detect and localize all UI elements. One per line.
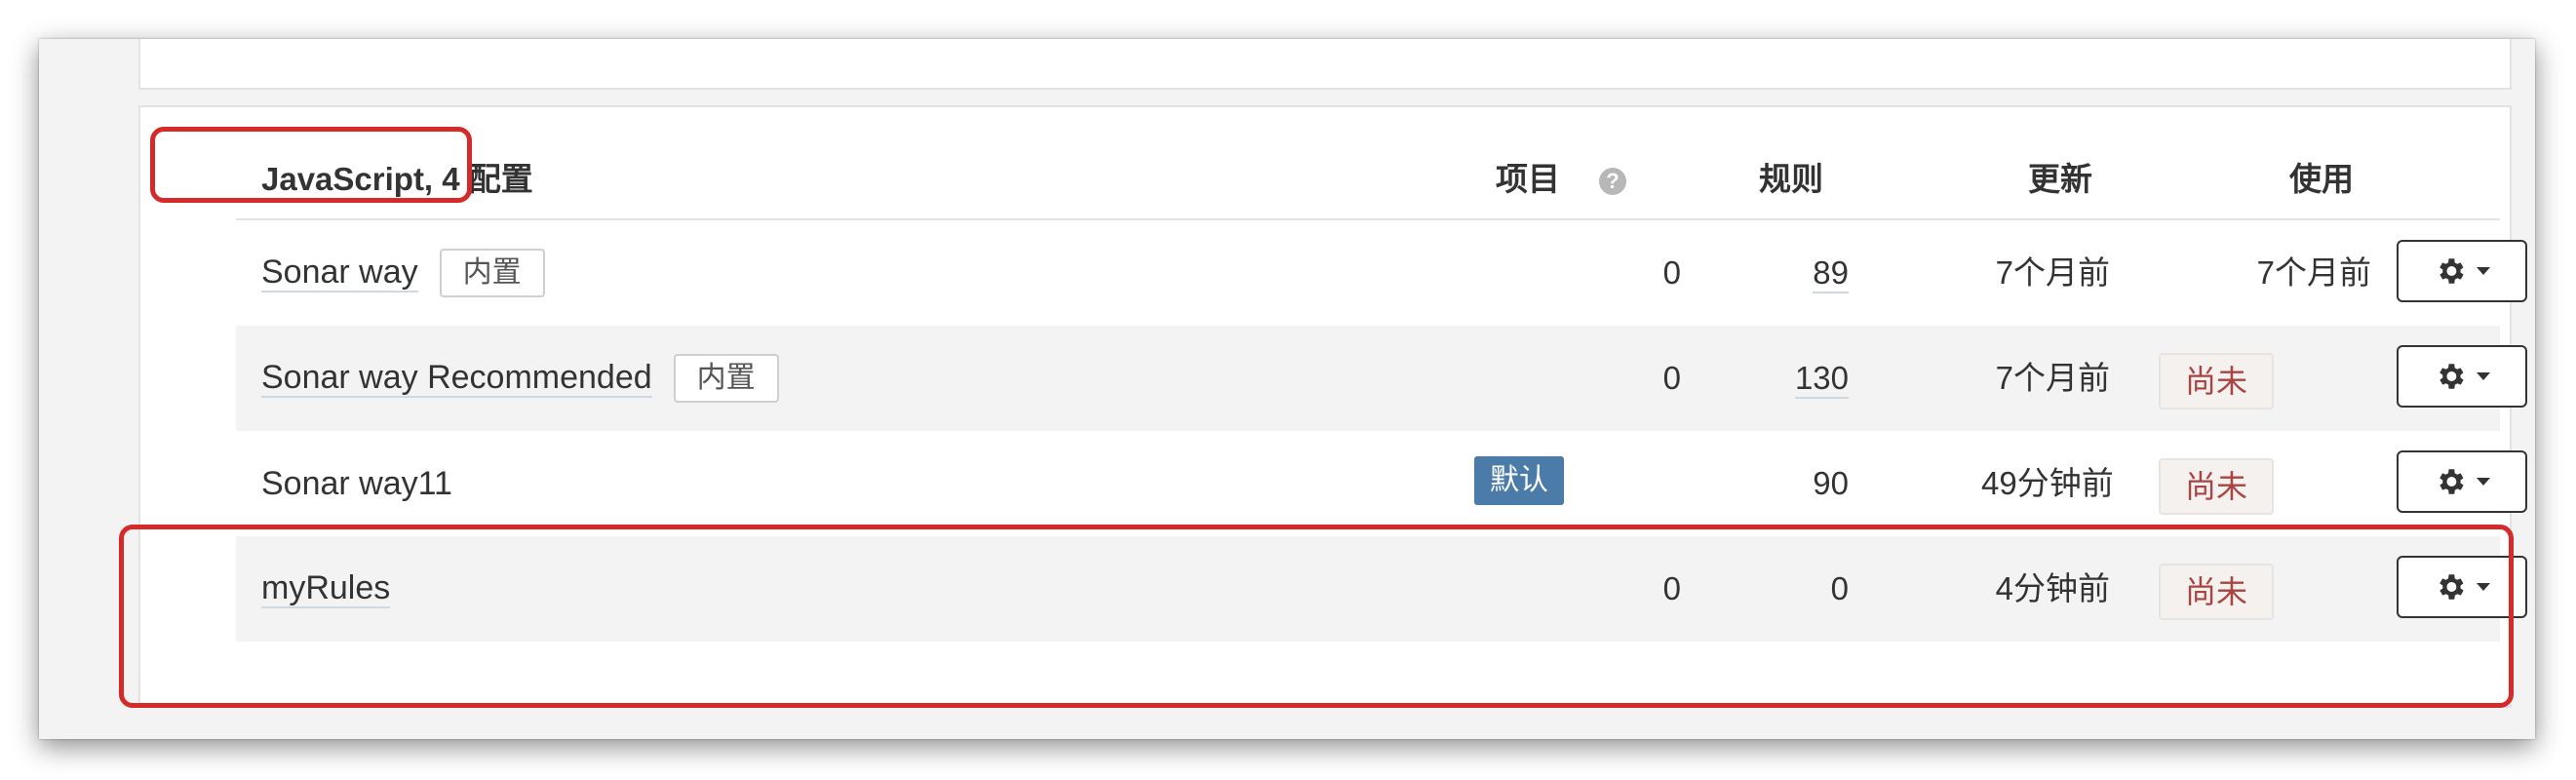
updated-time: 7个月前 — [1995, 254, 2110, 291]
updated-time: 4分钟前 — [1995, 570, 2110, 606]
language-title: JavaScript, 4 配置 — [261, 161, 533, 197]
never-used-badge: 尚未 — [2159, 353, 2274, 410]
never-used-badge: 尚未 — [2159, 458, 2274, 515]
help-icon[interactable]: ? — [1599, 168, 1626, 195]
built-in-badge: 内置 — [439, 249, 545, 297]
table-row: Sonar way Recommended 内置 0 130 7个月前 尚未 — [236, 326, 2527, 431]
rules-count[interactable]: 130 — [1767, 326, 1849, 431]
profile-name[interactable]: Sonar way — [261, 254, 418, 292]
used-column-header: 使用 — [2289, 161, 2354, 197]
top-panel — [138, 39, 2512, 90]
profile-link[interactable]: myRules — [261, 536, 391, 642]
used-time: 7个月前 — [2256, 254, 2371, 291]
profile-name[interactable]: Sonar way11 — [261, 465, 452, 502]
projects-count: 0 — [1662, 254, 1681, 291]
updated-column-header: 更新 — [2028, 161, 2092, 197]
profile-link[interactable]: Sonar way Recommended 内置 — [261, 326, 779, 431]
rules-column-header: 规则 — [1759, 161, 1823, 197]
projects-column-header: 项目 — [1496, 161, 1560, 197]
rules-link[interactable]: 89 — [1813, 254, 1849, 293]
table-row: Sonar way11 默认 90 49分钟前 尚未 — [236, 431, 2527, 536]
gear-icon — [2439, 574, 2464, 600]
updated-time: 7个月前 — [1995, 360, 2110, 396]
actions-menu-button[interactable] — [2397, 556, 2527, 618]
table-row: myRules 0 0 4分钟前 尚未 — [236, 536, 2527, 642]
profile-link[interactable]: Sonar way11 — [261, 431, 452, 536]
gear-icon — [2439, 258, 2464, 284]
never-used-badge: 尚未 — [2159, 564, 2274, 620]
screenshot-window: JavaScript, 4 配置 项目 ? 规则 更新 使用 Sonar way… — [39, 39, 2535, 739]
profile-name[interactable]: Sonar way Recommended — [261, 359, 652, 398]
gear-icon — [2439, 364, 2464, 389]
caret-down-icon — [2477, 478, 2490, 486]
rules-link[interactable]: 130 — [1794, 360, 1849, 399]
quality-profiles-panel: JavaScript, 4 配置 项目 ? 规则 更新 使用 Sonar way… — [138, 105, 2527, 708]
built-in-badge: 内置 — [673, 354, 779, 403]
updated-time: 49分钟前 — [1981, 465, 2114, 501]
actions-menu-button[interactable] — [2397, 240, 2527, 302]
profile-link[interactable]: Sonar way 内置 — [261, 220, 545, 326]
rules-count: 0 — [1830, 570, 1849, 606]
gear-icon — [2439, 469, 2464, 494]
actions-menu-button[interactable] — [2397, 345, 2527, 408]
profile-name[interactable]: myRules — [261, 569, 391, 608]
default-badge: 默认 — [1474, 456, 1564, 505]
table-header: JavaScript, 4 配置 项目 ? 规则 更新 使用 — [236, 136, 2500, 220]
projects-count: 0 — [1662, 570, 1681, 606]
caret-down-icon — [2477, 583, 2490, 591]
rules-count: 90 — [1813, 465, 1849, 501]
rules-count[interactable]: 89 — [1767, 220, 1849, 326]
caret-down-icon — [2477, 267, 2490, 275]
caret-down-icon — [2477, 372, 2490, 380]
projects-count: 0 — [1662, 360, 1681, 396]
actions-menu-button[interactable] — [2397, 450, 2527, 513]
table-row: Sonar way 内置 0 89 7个月前 7个月前 — [236, 220, 2527, 326]
